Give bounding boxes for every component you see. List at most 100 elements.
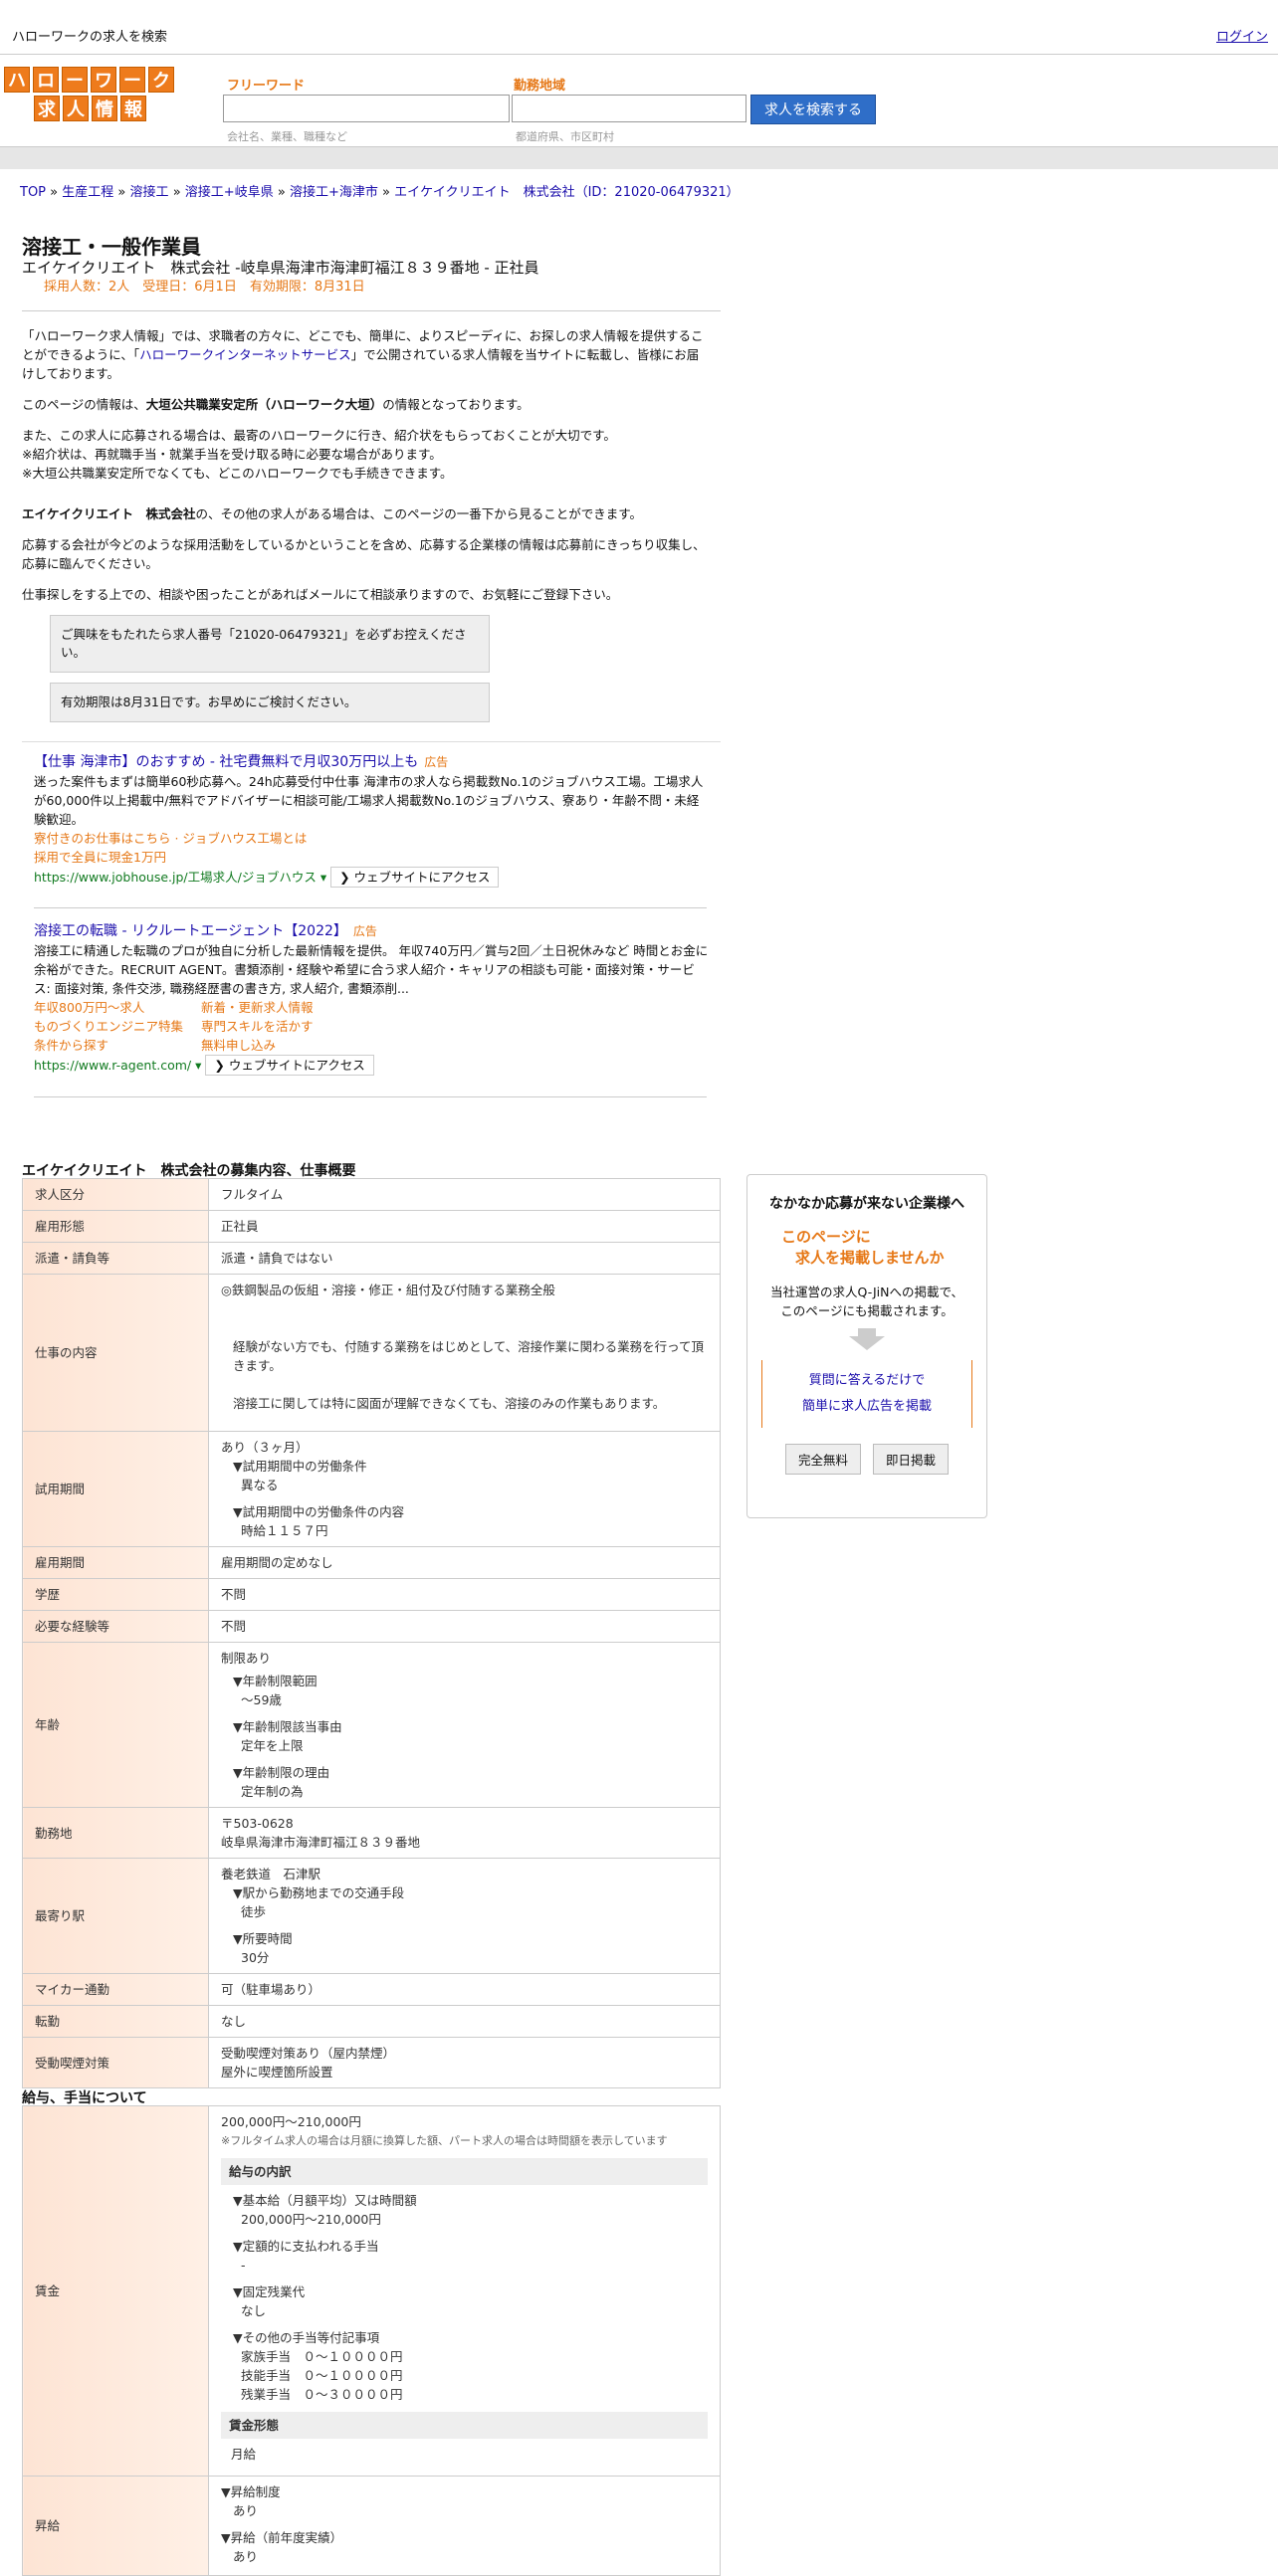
search-button[interactable]: 求人を検索する bbox=[750, 95, 876, 124]
free-button[interactable]: 完全無料 bbox=[784, 1444, 861, 1475]
row-key: 必要な経験等 bbox=[22, 1610, 209, 1643]
ad-sitelink[interactable]: 無料申し込み bbox=[201, 1036, 380, 1055]
table-row: 最寄り駅 養老鉄道 石津駅 ▼駅から勤務地までの交通手段 徒歩 ▼所要時間 30… bbox=[22, 1858, 721, 1974]
logo-char: ク bbox=[148, 67, 174, 93]
value-line: ▼駅から勤務地までの交通手段 bbox=[233, 1885, 405, 1900]
ad-sitelink[interactable]: 条件から探す bbox=[34, 1036, 201, 1055]
table-row: 昇給 ▼昇給制度 あり ▼昇給（前年度実績） あり bbox=[22, 2476, 721, 2576]
value-line: ▼試用期間中の労働条件の内容 bbox=[233, 1504, 405, 1519]
employer-ad-box: なかなか応募が来ない企業様へ このページに 求人を掲載しませんか 当社運営の求人… bbox=[746, 1174, 987, 1518]
row-key: 転勤 bbox=[22, 2005, 209, 2038]
area-input[interactable] bbox=[512, 95, 746, 122]
table-row: 試用期間 あり（３ヶ月） ▼試用期間中の労働条件 異なる ▼試用期間中の労働条件… bbox=[22, 1431, 721, 1547]
row-key: マイカー通勤 bbox=[22, 1973, 209, 2006]
value-line: ▼昇給（前年度実績） bbox=[221, 2530, 343, 2545]
same-day-button[interactable]: 即日掲載 bbox=[873, 1444, 950, 1475]
value-line: 200,000円〜210,000円 bbox=[241, 2212, 381, 2227]
breadcrumb-link[interactable]: 生産工程 bbox=[62, 185, 113, 200]
down-arrow-icon bbox=[858, 1328, 876, 1336]
breakdown-heading: 給与の内訳 bbox=[221, 2158, 708, 2185]
value-line: 徒歩 bbox=[241, 1904, 267, 1919]
ad-sitelink[interactable]: 採用で全員に現金1万円 bbox=[34, 848, 711, 867]
hellowork-logo[interactable]: ハ ロ ー ワ ー ク 求 人 情 報 bbox=[4, 67, 179, 124]
value-line: - bbox=[241, 2258, 246, 2273]
ad-body: 溶接工に精通した転職のプロが独自に分析した最新情報を提供。 年収740万円／賞与… bbox=[34, 943, 709, 996]
value-line: ▼定額的に支払われる手当 bbox=[233, 2239, 379, 2254]
ad-visit-button[interactable]: ❯ ウェブサイトにアクセス bbox=[205, 1055, 374, 1076]
breadcrumb-link[interactable]: TOP bbox=[20, 185, 46, 200]
ad-sitelink[interactable]: 寮付きのお仕事はこちら · ジョブハウス工場とは bbox=[34, 829, 711, 848]
breadcrumb-sep: » bbox=[50, 185, 59, 200]
row-key: 雇用形態 bbox=[22, 1210, 209, 1243]
intro-p3-3: ※大垣公共職業安定所でなくても、どこのハローワークでも手続きできます。 bbox=[22, 466, 453, 481]
wage-form-heading: 賃金形態 bbox=[221, 2412, 708, 2439]
row-key: 勤務地 bbox=[22, 1807, 209, 1859]
ad-title-link[interactable]: 【仕事 海津市】のおすすめ - 社宅費無料で月収30万円以上も bbox=[34, 754, 418, 770]
logo-char: ロ bbox=[33, 67, 59, 93]
login-link[interactable]: ログイン bbox=[1216, 26, 1268, 45]
sidebox-text: 当社運営の求人Q-JiNへの掲載で、 このページにも掲載されます。 bbox=[747, 1283, 986, 1320]
value-line: 〜59歳 bbox=[241, 1692, 282, 1707]
intro-p3-1: また、この求人に応募される場合は、最寄のハローワークに行き、紹介状をもらっておく… bbox=[22, 428, 616, 443]
salary-range: 200,000円〜210,000円 bbox=[221, 2114, 361, 2129]
breadcrumb-link[interactable]: 溶接工+岐阜県 bbox=[185, 185, 274, 200]
value-line: ▼その他の手当等付記事項 bbox=[233, 2330, 380, 2345]
logo-char: 人 bbox=[63, 96, 89, 121]
divider bbox=[22, 741, 721, 742]
ad-sitelink[interactable]: 年収800万円～求人 bbox=[34, 998, 201, 1017]
value-line: ▼所要時間 bbox=[233, 1931, 293, 1946]
row-value: ▼昇給制度 あり ▼昇給（前年度実績） あり bbox=[208, 2476, 721, 2576]
row-value: 制限あり ▼年齢制限範囲 〜59歳 ▼年齢制限該当事由 定年を上限 ▼年齢制限の… bbox=[208, 1642, 721, 1808]
intro-p5: 応募する会社が今どのような採用活動をしているかということを含め、応募する企業様の… bbox=[22, 537, 706, 571]
answer-questions-link[interactable]: 質問に答えるだけで bbox=[809, 1373, 926, 1388]
intro-text: 「ハローワーク求人情報」では、求職者の方々に、どこでも、簡単に、よりスピーディに… bbox=[22, 326, 709, 616]
value-line: ▼基本給（月額平均）又は時間額 bbox=[233, 2193, 417, 2208]
post-ad-link[interactable]: 簡単に求人広告を掲載 bbox=[802, 1399, 932, 1414]
ad-badge: 広告 bbox=[352, 924, 377, 938]
site-title: ハローワークの求人を検索 bbox=[12, 30, 168, 45]
value-line: 屋外に喫煙箇所設置 bbox=[221, 2065, 333, 2080]
row-key: 雇用期間 bbox=[22, 1546, 209, 1579]
breadcrumb-link[interactable]: エイケイクリエイト 株式会社（ID：21020-06479321） bbox=[394, 185, 740, 200]
work-address: 岐阜県海津市海津町福江８３９番地 bbox=[221, 1835, 421, 1850]
ad-sitelink[interactable]: 専門スキルを活かす bbox=[201, 1017, 380, 1036]
ad-title-link[interactable]: 溶接工の転職 - リクルートエージェント【2022】 bbox=[34, 923, 347, 939]
value-line: 技能手当 ０～１００００円 bbox=[241, 2368, 403, 2383]
ad-sitelink[interactable]: ものづくりエンジニア特集 bbox=[34, 1017, 201, 1036]
ad-sitelink[interactable]: 新着・更新求人情報 bbox=[201, 998, 380, 1017]
value-line: 家族手当 ０～１００００円 bbox=[241, 2349, 403, 2364]
ad-url[interactable]: https://www.r-agent.com/ ▾ bbox=[34, 1058, 201, 1073]
overview-table: 求人区分 フルタイム 雇用形態 正社員 派遣・請負等 派遣・請負ではない 仕事の内容 … bbox=[22, 1178, 721, 2088]
row-key: 受動喫煙対策 bbox=[22, 2037, 209, 2088]
breadcrumb-link[interactable]: 溶接工 bbox=[130, 185, 169, 200]
row-key: 求人区分 bbox=[22, 1178, 209, 1211]
logo-char: ー bbox=[62, 67, 88, 93]
intro-p3-2: ※紹介状は、再就職手当・就業手当を受け取る時に必要な場合があります。 bbox=[22, 447, 442, 462]
job-title: 溶接工・一般作業員 bbox=[22, 235, 201, 259]
row-key: 最寄り駅 bbox=[22, 1858, 209, 1974]
logo-char: ワ bbox=[91, 67, 116, 93]
freeword-label: フリーワード bbox=[227, 79, 306, 94]
table-row: 転勤 なし bbox=[22, 2005, 721, 2038]
breadcrumb-sep: » bbox=[117, 185, 126, 200]
table-row: 派遣・請負等 派遣・請負ではない bbox=[22, 1242, 721, 1275]
intro-p2a: このページの情報は、 bbox=[22, 397, 146, 412]
value-line: 定年を上限 bbox=[241, 1738, 304, 1753]
freeword-input[interactable] bbox=[223, 95, 510, 122]
row-key: 派遣・請負等 bbox=[22, 1242, 209, 1275]
value-line: 異なる bbox=[241, 1478, 279, 1492]
ad-visit-button[interactable]: ❯ ウェブサイトにアクセス bbox=[330, 867, 500, 888]
logo-char: 情 bbox=[92, 96, 117, 121]
breadcrumb-link[interactable]: 溶接工+海津市 bbox=[290, 185, 378, 200]
ad-url[interactable]: https://www.jobhouse.jp/工場求人/ジョブハウス ▾ bbox=[34, 870, 326, 885]
row-value: 不問 bbox=[208, 1610, 721, 1643]
overview-title: エイケイクリエイト 株式会社の募集内容、仕事概要 bbox=[22, 1163, 356, 1179]
hellowork-internet-link[interactable]: ハローワークインターネットサービス bbox=[139, 347, 351, 362]
header-divider-band bbox=[0, 146, 1278, 169]
row-key: 年齢 bbox=[22, 1642, 209, 1808]
value-line: ▼昇給制度 bbox=[221, 2484, 281, 2499]
freeword-hint: 会社名、業種、職種など bbox=[227, 130, 347, 143]
company-name-bold: エイケイクリエイト 株式会社 bbox=[22, 506, 196, 521]
wage-form-value: 月給 bbox=[231, 2447, 257, 2462]
expiry-notice: 有効期限は8月31日です。お早めにご検討ください。 bbox=[50, 683, 490, 722]
